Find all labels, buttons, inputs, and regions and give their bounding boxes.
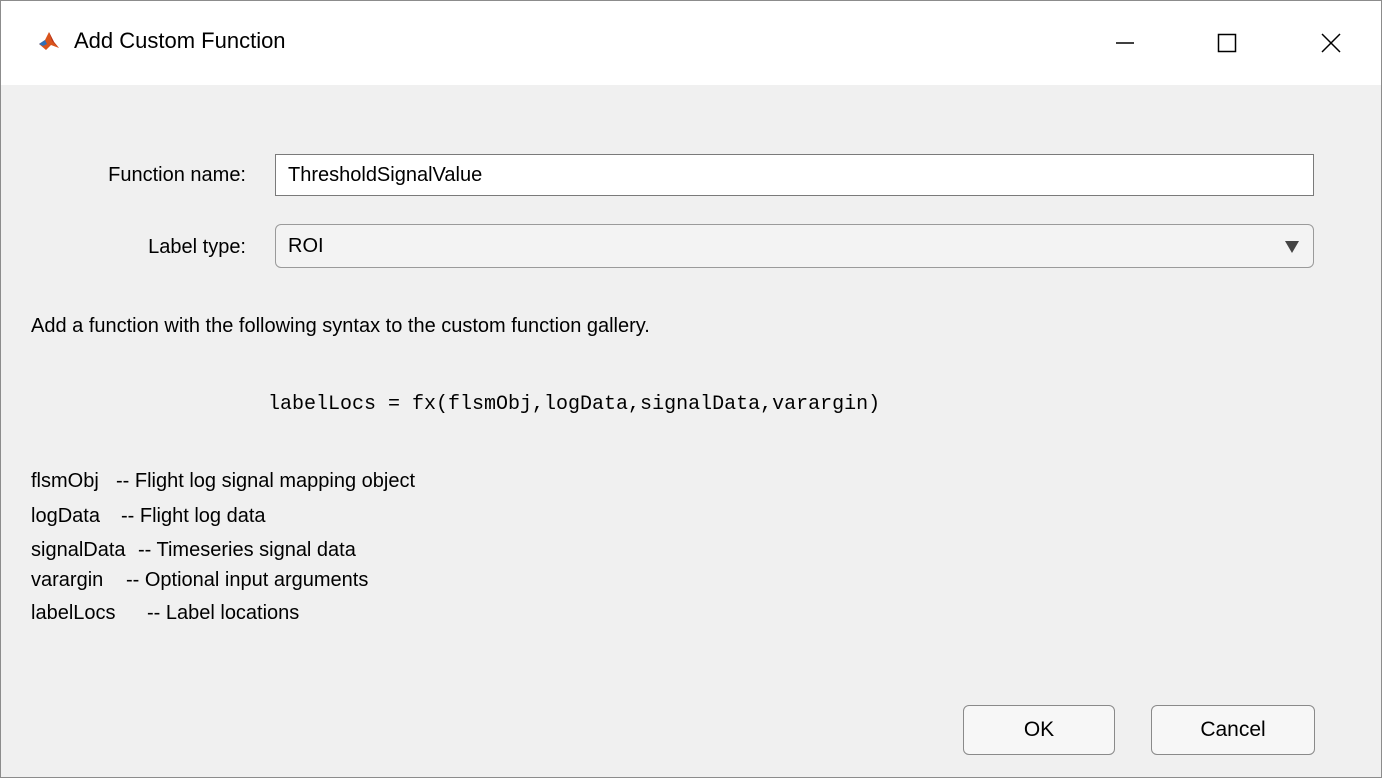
label-type-label: Label type: (148, 236, 246, 258)
matlab-icon (37, 29, 61, 53)
argument-name: labelLocs (31, 602, 116, 624)
maximize-icon (1217, 33, 1237, 53)
syntax-text: labelLocs = fx(flsmObj,logData,signalDat… (268, 393, 881, 416)
minimize-button[interactable] (1079, 1, 1171, 85)
maximize-button[interactable] (1181, 1, 1273, 85)
label-type-value: ROI (288, 235, 324, 257)
minimize-icon (1116, 42, 1134, 44)
argument-name: flsmObj (31, 470, 99, 492)
ok-button[interactable]: OK (963, 705, 1115, 755)
argument-name: varargin (31, 569, 104, 591)
argument-description: -- Flight log signal mapping object (116, 470, 416, 492)
argument-description: -- Flight log data (121, 505, 266, 527)
cancel-button[interactable]: Cancel (1151, 705, 1315, 755)
title-bar[interactable]: Add Custom Function (1, 1, 1381, 85)
close-button[interactable] (1285, 1, 1377, 85)
window-title: Add Custom Function (74, 28, 286, 53)
argument-name: signalData (31, 539, 126, 561)
argument-name: logData (31, 505, 100, 527)
argument-description: -- Label locations (147, 602, 300, 624)
dialog-window: Add Custom Function Function name: Label… (0, 0, 1382, 778)
argument-description: -- Timeseries signal data (138, 539, 356, 561)
function-name-input[interactable] (275, 154, 1314, 196)
close-icon (1321, 33, 1341, 53)
description-text: Add a function with the following syntax… (31, 315, 650, 337)
argument-description: -- Optional input arguments (126, 569, 369, 591)
chevron-down-icon (1285, 241, 1299, 253)
function-name-label: Function name: (108, 164, 246, 186)
label-type-dropdown[interactable]: ROI (275, 224, 1314, 268)
